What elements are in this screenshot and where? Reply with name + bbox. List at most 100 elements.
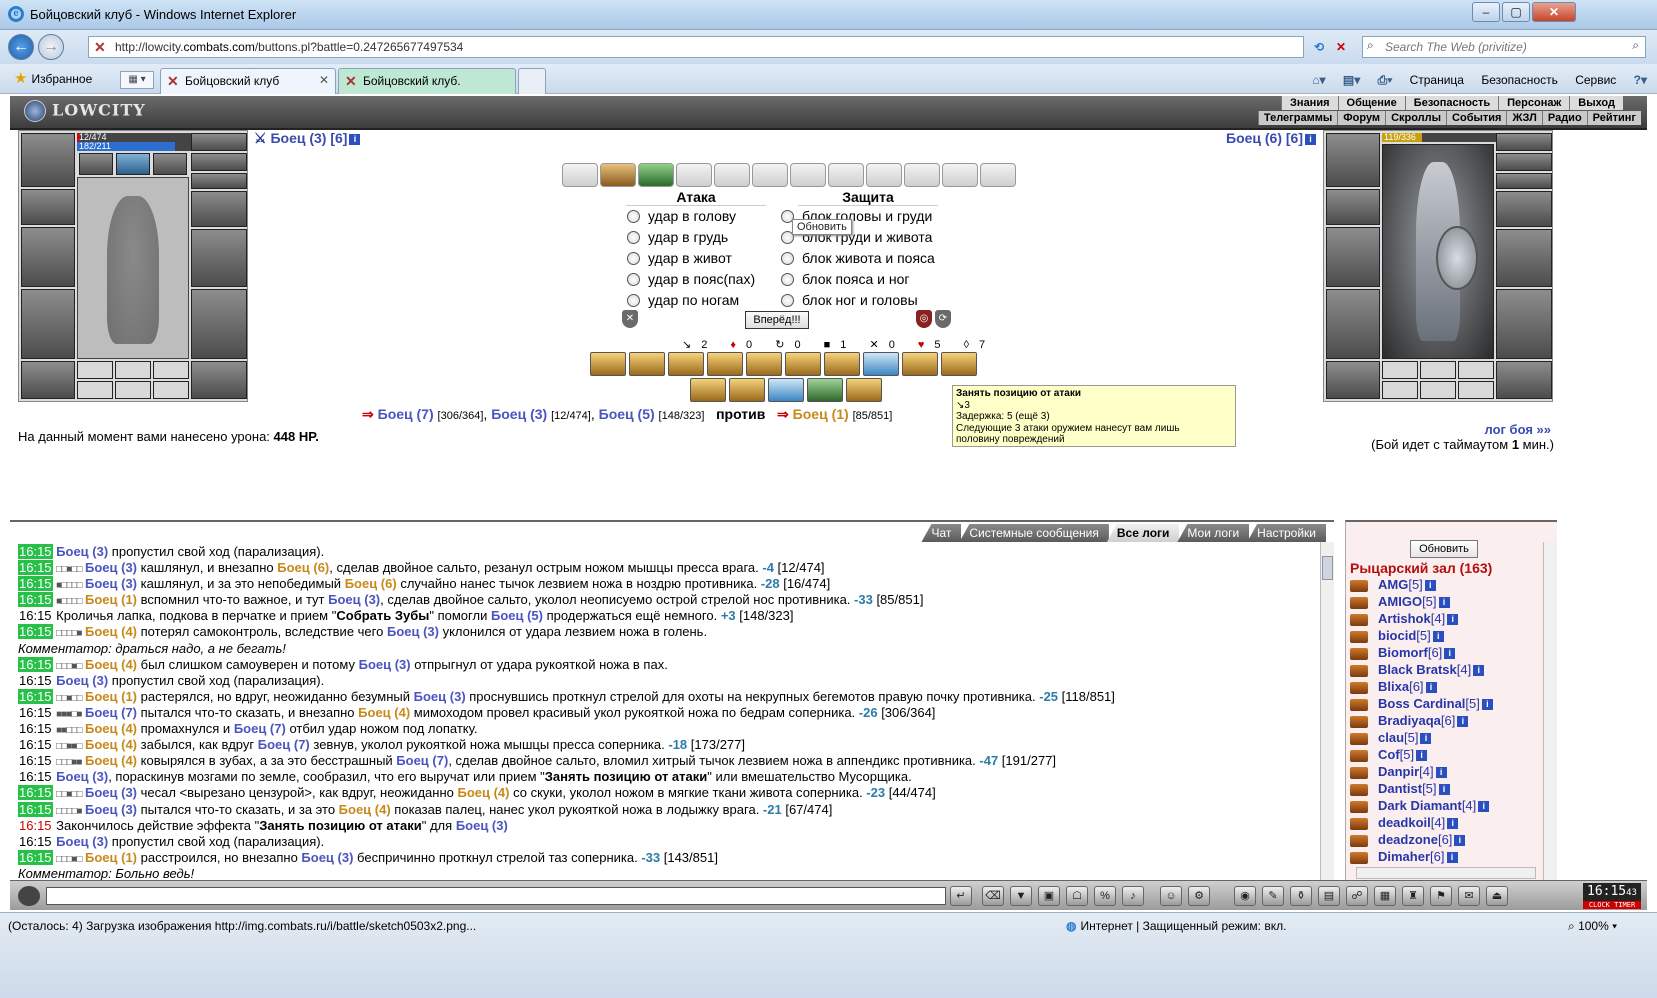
user-row[interactable]: Cof[5] i	[1350, 746, 1540, 763]
address-bar[interactable]: ✕ http://lowcity.combats.com/buttons.pl?…	[88, 36, 1304, 58]
info-icon[interactable]: i	[1447, 818, 1459, 830]
technique-button[interactable]	[768, 378, 804, 402]
send-icon[interactable]: ↵	[950, 886, 972, 906]
attack-chest-radio[interactable]: удар в грудь	[624, 228, 728, 246]
empty-slot[interactable]	[153, 381, 189, 399]
user-name[interactable]: Cof	[1378, 747, 1400, 762]
user-row[interactable]: Danpir[4] i	[1350, 763, 1540, 780]
armor-slot[interactable]	[1326, 289, 1380, 359]
bracer-slot[interactable]	[1326, 189, 1380, 225]
earring-slot[interactable]	[1496, 133, 1552, 151]
user-row[interactable]: Dark Diamant[4] i	[1350, 797, 1540, 814]
back-button[interactable]: ←	[8, 34, 34, 60]
effect-slot[interactable]	[790, 163, 826, 187]
search-input[interactable]: ⌕ Search The Web (privitize) ⌕	[1362, 36, 1646, 58]
empty-slot[interactable]	[115, 381, 151, 399]
user-row[interactable]: AMIGO[5] i	[1350, 593, 1540, 610]
block-legs-head-radio[interactable]: блок ног и головы	[778, 291, 918, 309]
search-icon[interactable]: ⌕	[1632, 38, 1639, 53]
tab-fightclub-2[interactable]: ✕ Бойцовский клуб.	[338, 68, 516, 94]
technique-button[interactable]	[729, 378, 765, 402]
technique-button[interactable]	[668, 352, 704, 376]
potion-icon[interactable]: ⚱	[1290, 886, 1312, 906]
bracer-slot[interactable]	[21, 189, 75, 225]
user-row[interactable]: Bradiyaqa[6] i	[1350, 712, 1540, 729]
rings-slot[interactable]	[1496, 173, 1552, 189]
empty-slot[interactable]	[1458, 361, 1494, 379]
help-icon[interactable]: ?▾	[1634, 73, 1647, 87]
user-name[interactable]: AMIGO	[1378, 594, 1422, 609]
empty-slot[interactable]	[77, 381, 113, 399]
attack-forward-button[interactable]: Вперёд!!!	[745, 311, 809, 329]
belt-slot[interactable]	[21, 361, 75, 399]
user-name[interactable]: Boss Cardinal	[1378, 696, 1465, 711]
menu-events[interactable]: События	[1446, 111, 1506, 125]
settings-icon[interactable]: ⚙	[1188, 886, 1210, 906]
menu-radio[interactable]: Радио	[1541, 111, 1587, 125]
sound-icon[interactable]: ♪	[1122, 886, 1144, 906]
info-icon[interactable]: i	[349, 133, 361, 145]
player-left-name[interactable]: ⚔ Боец (3) [6] i	[254, 130, 361, 147]
service-menu[interactable]: Сервис	[1575, 73, 1616, 87]
weapon-slot[interactable]	[1326, 227, 1380, 287]
info-icon[interactable]: i	[1438, 784, 1450, 796]
page-menu[interactable]: Страница	[1410, 73, 1464, 87]
info-icon[interactable]: i	[1446, 852, 1458, 864]
effect-slot[interactable]	[904, 163, 940, 187]
effect-slot[interactable]	[153, 153, 187, 175]
boots-slot[interactable]	[1496, 361, 1552, 399]
fighter-link[interactable]: Боец (7)	[378, 406, 434, 422]
tab-system[interactable]: Системные сообщения	[959, 524, 1109, 542]
menu-exit[interactable]: Выход	[1569, 96, 1623, 110]
refresh-icon[interactable]: ⟲	[1308, 36, 1330, 58]
tab-chat[interactable]: Чат	[921, 524, 962, 542]
technique-button[interactable]	[690, 378, 726, 402]
tab-fightclub-1[interactable]: ✕ Бойцовский клуб ✕	[160, 68, 336, 94]
close-button[interactable]: ✕	[1532, 2, 1576, 22]
maximize-button[interactable]: ▢	[1502, 2, 1530, 22]
tab-settings[interactable]: Настройки	[1247, 524, 1326, 542]
info-icon[interactable]: i	[1420, 733, 1432, 745]
attack-head-radio[interactable]: удар в голову	[624, 207, 736, 225]
technique-button[interactable]	[707, 352, 743, 376]
empty-slot[interactable]	[1458, 381, 1494, 399]
user-name[interactable]: deadzone	[1378, 832, 1438, 847]
boots-slot[interactable]	[191, 361, 247, 399]
info-icon[interactable]: i	[1425, 682, 1437, 694]
smile-icon[interactable]	[18, 886, 40, 906]
helmet-slot[interactable]	[1326, 133, 1380, 187]
battle-log-link[interactable]: лог боя »»	[1484, 422, 1551, 437]
chat-scrollbar[interactable]	[1320, 542, 1334, 882]
info-icon[interactable]: i	[1424, 580, 1436, 592]
info-icon[interactable]: i	[1478, 801, 1490, 813]
effect-slot[interactable]	[828, 163, 864, 187]
technique-button[interactable]	[863, 352, 899, 376]
user-name[interactable]: Dark Diamant	[1378, 798, 1462, 813]
translit-icon[interactable]: %	[1094, 886, 1116, 906]
fighter-link[interactable]: Боец (1)	[793, 406, 849, 422]
info-icon[interactable]: i	[1435, 767, 1447, 779]
empty-slot[interactable]	[1420, 361, 1456, 379]
technique-button[interactable]	[746, 352, 782, 376]
info-icon[interactable]: i	[1454, 835, 1466, 847]
user-name[interactable]: Black Bratsk	[1378, 662, 1457, 677]
emoticon-icon[interactable]: ☺	[1160, 886, 1182, 906]
amulet-slot[interactable]	[1496, 153, 1552, 171]
site-logo[interactable]: LOWCITY	[24, 100, 146, 124]
user-name[interactable]: Dimaher	[1378, 849, 1430, 864]
user-row[interactable]: Black Bratsk[4] i	[1350, 661, 1540, 678]
effect-slot[interactable]	[714, 163, 750, 187]
user-row[interactable]: Boss Cardinal[5] i	[1350, 695, 1540, 712]
chat-message-input[interactable]	[46, 887, 946, 905]
info-icon[interactable]: i	[1481, 699, 1493, 711]
belt-slot[interactable]	[1326, 361, 1380, 399]
technique-button[interactable]	[846, 378, 882, 402]
chest-icon[interactable]: ▤	[1318, 886, 1340, 906]
info-icon[interactable]: i	[1457, 716, 1469, 728]
home-icon[interactable]: ⌂▾	[1312, 73, 1325, 87]
bag-icon[interactable]: ◉	[1234, 886, 1256, 906]
castle-icon[interactable]: ♜	[1402, 886, 1424, 906]
technique-button[interactable]	[807, 378, 843, 402]
stop-icon[interactable]: ✕	[1330, 36, 1352, 58]
filter-icon[interactable]: ▼	[1010, 886, 1032, 906]
